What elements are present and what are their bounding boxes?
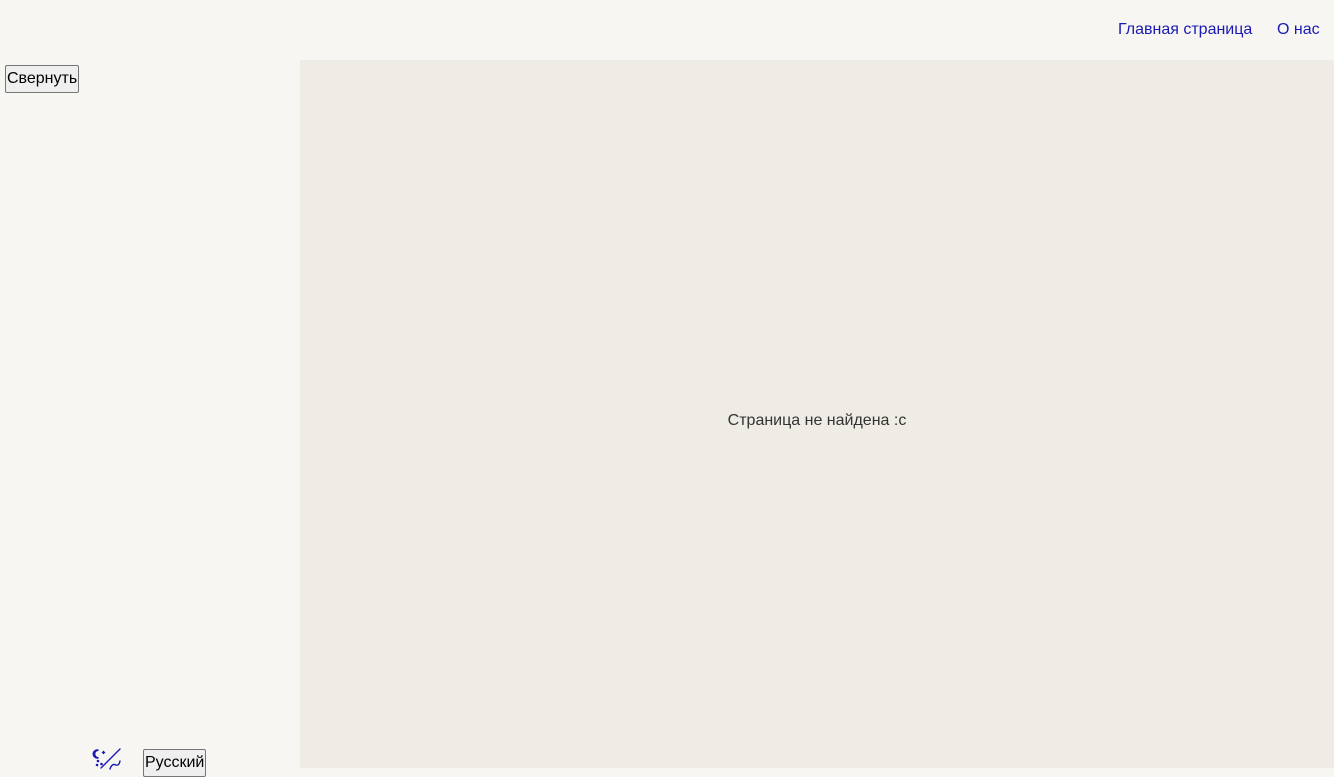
nav-link-about[interactable]: О нас — [1277, 20, 1320, 40]
nav-link-home[interactable]: Главная страница — [1118, 20, 1252, 40]
main-content: Страница не найдена :с — [300, 60, 1334, 768]
not-found-message: Страница не найдена :с — [727, 412, 907, 429]
theme-toggle-icon[interactable] — [92, 748, 122, 770]
language-button[interactable]: Русский — [143, 749, 207, 777]
sidebar: Свернуть Русский — [0, 60, 300, 777]
top-header: Главная страница О нас — [0, 0, 1334, 60]
collapse-sidebar-button[interactable]: Свернуть — [5, 65, 80, 93]
